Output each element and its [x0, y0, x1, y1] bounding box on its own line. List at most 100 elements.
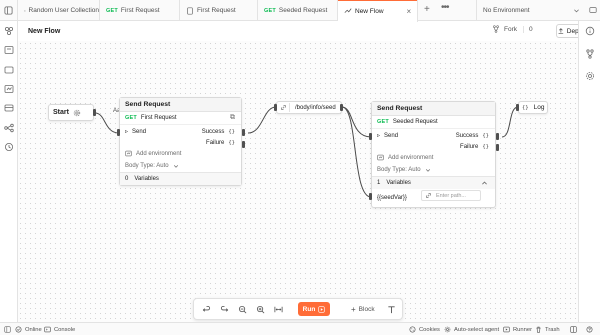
success-label: Success — [455, 132, 479, 139]
request1-failure-port[interactable] — [242, 141, 245, 148]
request1-success-port[interactable] — [242, 129, 245, 136]
gear-icon[interactable] — [73, 109, 81, 117]
select-input-port[interactable] — [274, 104, 277, 111]
tab-seeded-request[interactable]: GET Seeded Request — [258, 0, 338, 21]
monitors-icon[interactable] — [4, 103, 14, 113]
tab-new-flow[interactable]: New Flow × — [338, 0, 418, 22]
tab-first-request[interactable]: First Request — [180, 0, 258, 21]
info-icon[interactable] — [585, 26, 595, 36]
external-link-icon[interactable]: ⧉ — [230, 114, 235, 122]
request1-send-port[interactable] — [117, 129, 120, 136]
variable-path-input[interactable]: Enter path... — [421, 190, 481, 201]
console-button[interactable]: Console — [44, 326, 75, 333]
undo-icon[interactable] — [201, 304, 211, 314]
new-tab-button[interactable]: + — [424, 4, 430, 15]
object-icon: {} — [522, 104, 529, 111]
agent-select[interactable]: Auto-select agent — [444, 326, 499, 333]
flow-header: New Flow Fork 0 Deploy — [18, 21, 588, 41]
log-node[interactable]: {} Log — [518, 101, 548, 114]
log-input-port[interactable] — [516, 104, 519, 111]
collections-icon[interactable] — [4, 26, 14, 36]
success-label: Success — [201, 128, 225, 135]
tab-label: First Request — [197, 7, 236, 14]
node-header: Send Request — [120, 98, 241, 112]
method-badge: GET — [106, 7, 118, 14]
left-sidebar — [0, 21, 18, 322]
failure-label: Failure — [460, 144, 479, 150]
settings-icon[interactable] — [585, 71, 595, 81]
text-icon[interactable] — [387, 304, 397, 314]
trash-button[interactable]: Trash — [535, 326, 560, 333]
settings-icon — [444, 326, 451, 333]
zoom-in-icon[interactable] — [255, 304, 265, 314]
run-label: Run — [302, 305, 316, 313]
request-selector[interactable]: GET First Request ⧉ — [120, 112, 241, 125]
request2-success-port[interactable] — [496, 133, 499, 140]
chevron-up-icon[interactable] — [481, 180, 488, 187]
flow-canvas[interactable]: Start Aa Send Request GET First Request … — [18, 41, 578, 322]
layout-toggle-icon[interactable] — [570, 326, 577, 333]
select-output-port[interactable] — [340, 104, 343, 111]
page-title: New Flow — [28, 27, 61, 35]
fit-view-icon[interactable] — [273, 304, 283, 314]
tab-label: First Request — [120, 7, 160, 14]
runner-icon — [503, 326, 510, 333]
method-badge: GET — [377, 119, 389, 125]
help-icon[interactable] — [586, 326, 593, 333]
select-path: /body/info/seed — [295, 104, 336, 111]
more-tabs-icon[interactable]: ••• — [441, 2, 449, 13]
zoom-out-icon[interactable] — [237, 304, 247, 314]
tab-label: Seeded Request — [278, 7, 328, 14]
add-environment-row[interactable]: Add environment — [120, 148, 241, 159]
history-icon[interactable] — [4, 142, 14, 152]
environments-icon[interactable] — [4, 45, 14, 55]
sidebar-toggle-icon[interactable] — [4, 6, 13, 15]
cookies-button[interactable]: Cookies — [409, 326, 440, 333]
send-row: ▹ Send Success {} — [372, 129, 495, 142]
request2-send-port[interactable] — [369, 133, 372, 140]
flows-icon[interactable] — [4, 123, 14, 133]
run-button[interactable]: Run — [298, 302, 330, 316]
sidebar-toggle-icon[interactable] — [4, 326, 11, 333]
app-menu[interactable] — [0, 0, 18, 21]
environment-label: No Environment — [483, 7, 530, 14]
start-output-port[interactable] — [93, 109, 96, 116]
runner-button[interactable]: Runner — [503, 326, 532, 333]
variable-name: {{seedVar}} — [377, 195, 407, 201]
request-name: Seeded Request — [392, 119, 438, 125]
redo-icon[interactable] — [219, 304, 229, 314]
mock-servers-icon[interactable] — [4, 84, 14, 94]
environment-quick-look-icon[interactable] — [589, 6, 597, 14]
tab-random-user-collection[interactable]: Random User Collection — [18, 0, 100, 21]
close-icon[interactable]: × — [407, 7, 412, 16]
select-node[interactable]: /body/info/seed — [276, 101, 342, 114]
tab-first-request-get[interactable]: GET First Request — [100, 0, 180, 21]
runner-label: Runner — [513, 326, 533, 333]
send-label: Send — [384, 132, 399, 139]
apis-icon[interactable] — [4, 65, 14, 75]
variables-count: 1 — [377, 180, 381, 186]
send-request-node-2[interactable]: Send Request GET Seeded Request ▹ Send S… — [371, 101, 496, 208]
variables-row[interactable]: 0 Variables — [120, 172, 241, 185]
object-icon: {} — [228, 140, 235, 146]
add-environment-row[interactable]: Add environment — [372, 152, 495, 163]
fork-panel-icon[interactable] — [585, 49, 595, 59]
fork-button[interactable]: Fork 0 — [492, 25, 533, 33]
variables-row[interactable]: 1 Variables — [372, 176, 495, 189]
fork-icon — [493, 25, 499, 33]
send-request-node-1[interactable]: Send Request GET First Request ⧉ ▹ Send … — [119, 97, 242, 186]
seedvar-input-port[interactable] — [369, 193, 372, 200]
environment-select[interactable]: No Environment — [476, 0, 586, 21]
start-node[interactable]: Start Aa — [48, 104, 120, 121]
flow-icon — [344, 8, 352, 13]
body-type-select[interactable]: Body Type: Auto — [120, 159, 241, 172]
status-bar: Online Console Cookies Auto-select agent… — [0, 322, 600, 335]
method-badge: GET — [125, 115, 137, 121]
add-block-button[interactable]: + Block — [351, 305, 375, 314]
request2-failure-port[interactable] — [496, 144, 499, 151]
tab-label: New Flow — [355, 7, 384, 15]
body-type-select[interactable]: Body Type: Auto — [372, 163, 495, 176]
online-status[interactable]: Online — [15, 326, 42, 333]
request-selector[interactable]: GET Seeded Request — [372, 116, 495, 129]
variables-label: Variables — [134, 176, 159, 182]
